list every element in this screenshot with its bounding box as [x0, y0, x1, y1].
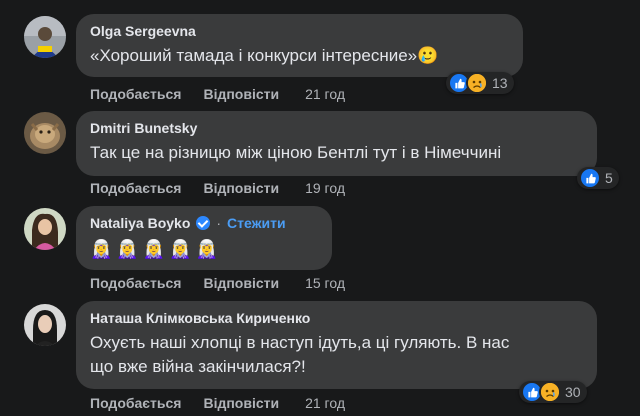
timestamp[interactable]: 19 год: [305, 179, 345, 197]
comment-author[interactable]: Наташа Клімковська Кириченко: [90, 309, 583, 327]
reaction-count: 13: [492, 75, 508, 91]
avatar[interactable]: [24, 16, 66, 58]
elf-emoji: 🧝‍♀️: [116, 239, 139, 259]
verified-badge-icon: [196, 216, 211, 230]
timestamp[interactable]: 21 год: [305, 394, 345, 412]
avatar-image: [24, 208, 66, 250]
avatar[interactable]: [24, 208, 66, 250]
comment-text: Так це на різницю між ціною Бентлі тут і…: [90, 143, 502, 162]
avatar-image: [24, 16, 66, 58]
like-button[interactable]: Подобається: [90, 179, 181, 197]
comment-actions: Подобається Відповісти 21 год: [90, 85, 345, 103]
comment-author[interactable]: Nataliya Boyko: [90, 214, 190, 232]
like-icon: [579, 167, 601, 189]
like-button[interactable]: Подобається: [90, 394, 181, 412]
follow-button[interactable]: Стежити: [227, 214, 286, 232]
comment-author[interactable]: Olga Sergeevna: [90, 22, 509, 40]
comment-author[interactable]: Dmitri Bunetsky: [90, 119, 583, 137]
avatar-image: [24, 112, 66, 154]
comment-actions: Подобається Відповісти 15 год: [90, 274, 345, 292]
reaction-count: 5: [605, 170, 613, 186]
reply-button[interactable]: Відповісти: [203, 179, 279, 197]
reactions-summary[interactable]: 13: [446, 72, 514, 94]
like-button[interactable]: Подобається: [90, 274, 181, 292]
reply-button[interactable]: Відповісти: [203, 394, 279, 412]
comment-bubble: Наташа Клімковська Кириченко Охуєть наші…: [76, 301, 597, 389]
elf-emoji: 🧝‍♀️: [142, 239, 166, 259]
comment-author-row: Nataliya Boyko · Стежити: [90, 214, 318, 232]
reaction-count: 30: [565, 384, 581, 400]
sad-icon: [539, 381, 561, 403]
timestamp[interactable]: 21 год: [305, 85, 345, 103]
comment-bubble: Nataliya Boyko · Стежити 🧝‍♀️ 🧝‍♀️ 🧝‍♀️ …: [76, 206, 332, 270]
avatar[interactable]: [24, 112, 66, 154]
comment-bubble: Olga Sergeevna «Хороший тамада і конкурс…: [76, 14, 523, 77]
separator: ·: [216, 215, 222, 231]
reply-button[interactable]: Відповісти: [203, 274, 279, 292]
comment-text-line: Охуєть наші хлопці в наступ ідуть,а ці г…: [90, 333, 510, 352]
comment-actions: Подобається Відповісти 19 год: [90, 179, 345, 197]
comment-actions: Подобається Відповісти 21 год: [90, 394, 345, 412]
comment-text: Охуєть наші хлопці в наступ ідуть,а ці г…: [90, 331, 583, 379]
comment-text: «Хороший тамада і конкурси інтересние»🥲: [90, 46, 439, 65]
comment-text-line: що вже війна закінчилася?!: [90, 357, 306, 376]
elf-emoji: 🧝‍♀️: [169, 239, 192, 259]
comment-bubble: Dmitri Bunetsky Так це на різницю між ці…: [76, 111, 597, 176]
sad-icon: [466, 72, 488, 94]
avatar-image: [24, 304, 66, 346]
reactions-summary[interactable]: 5: [577, 167, 619, 189]
elf-emoji: 🧝‍♀️: [90, 239, 113, 259]
timestamp[interactable]: 15 год: [305, 274, 345, 292]
reactions-summary[interactable]: 30: [519, 381, 587, 403]
elf-emoji: 🧝‍♀️: [195, 239, 219, 259]
like-button[interactable]: Подобається: [90, 85, 181, 103]
avatar[interactable]: [24, 304, 66, 346]
reply-button[interactable]: Відповісти: [203, 85, 279, 103]
emoji-row: 🧝‍♀️ 🧝‍♀️ 🧝‍♀️ 🧝‍♀️ 🧝‍♀️: [90, 238, 318, 260]
